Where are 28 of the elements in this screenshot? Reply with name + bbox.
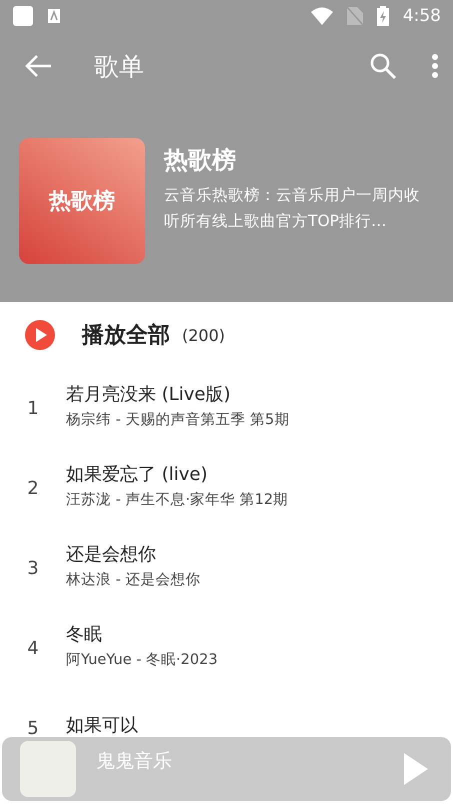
- song-title[interactable]: 如果爱忘了 (live): [66, 462, 288, 486]
- song-title[interactable]: 若月亮没来 (Live版): [66, 382, 290, 406]
- notification-icon: [12, 5, 34, 27]
- track-number: 1: [26, 398, 40, 418]
- song-artist: 杨宗纬 - 天赐的声音第五季 第5期: [66, 410, 290, 428]
- clock-time: 4:58: [402, 6, 441, 26]
- song-title[interactable]: 如果可以: [66, 713, 138, 737]
- play-circle-icon: [24, 319, 56, 351]
- song-title[interactable]: 还是会想你: [66, 542, 200, 566]
- playlist-description: 云音乐热歌榜：云音乐用户一周内收听所有线上歌曲官方TOP排行…: [164, 185, 421, 232]
- track-number: 5: [26, 718, 40, 738]
- song-title[interactable]: 冬眠: [66, 622, 218, 646]
- track-number: 3: [26, 558, 40, 578]
- no-sim-icon: [346, 7, 363, 25]
- cover-title: 热歌榜: [49, 188, 115, 216]
- track-number: 2: [26, 478, 40, 498]
- song-artist: 阿YueYue - 冬眠·2023: [66, 650, 218, 668]
- keyboard-icon: [48, 9, 60, 23]
- song-count: (200): [182, 326, 226, 344]
- battery-icon: [376, 6, 389, 26]
- page-title: 歌单: [94, 50, 145, 82]
- playlist-name: 热歌榜: [164, 145, 237, 176]
- play-all-button[interactable]: 播放全部: [24, 319, 170, 351]
- album-art: [20, 741, 76, 797]
- song-artist: 汪苏泷 - 声生不息·家年华 第12期: [66, 490, 288, 508]
- wifi-icon: [310, 7, 333, 25]
- song-artist: 林达浪 - 还是会想你: [66, 570, 200, 588]
- track-number: 4: [26, 638, 40, 658]
